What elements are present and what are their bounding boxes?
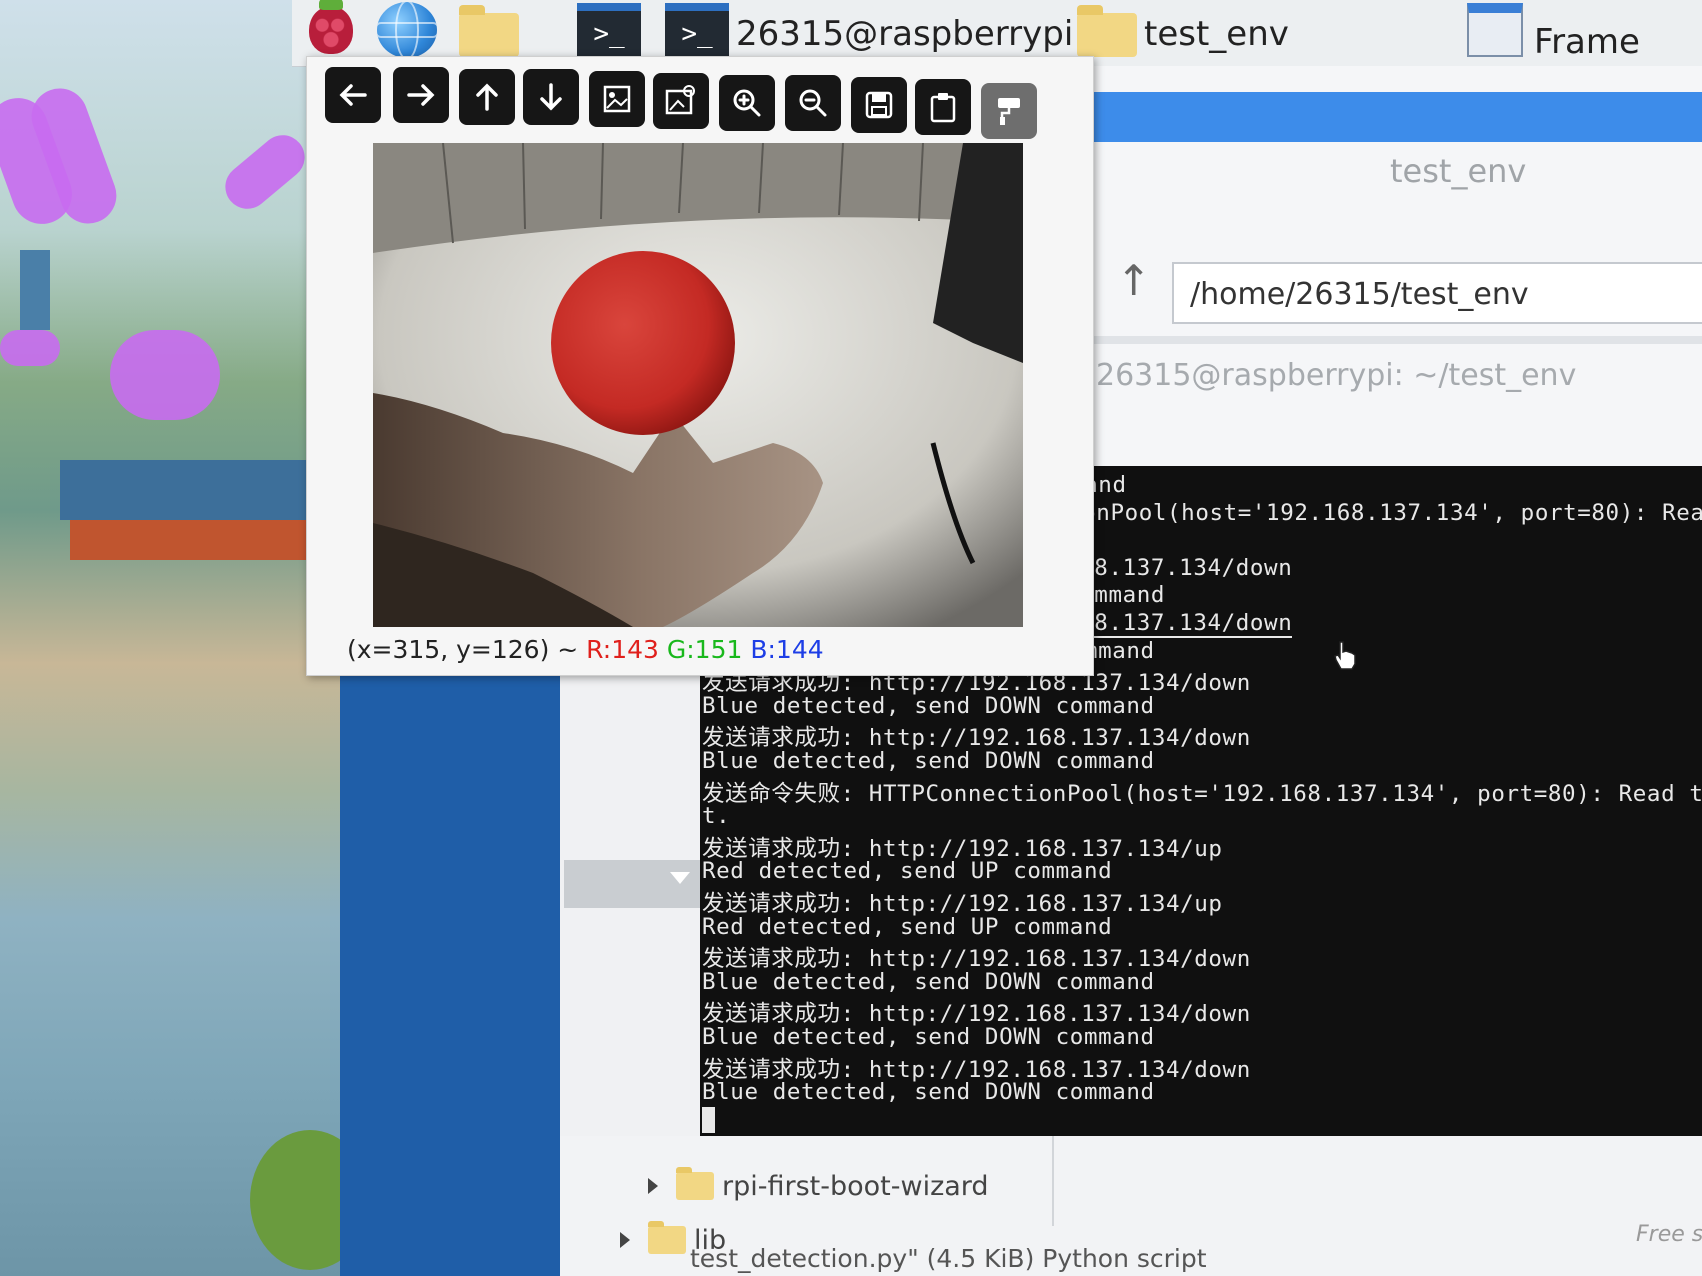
terminal-line: Red detected, send UP command — [702, 858, 1113, 885]
image-edit-button[interactable] — [653, 73, 709, 129]
arrow-left-icon — [339, 84, 367, 106]
wallpaper-stroke — [0, 330, 60, 366]
camera-frame-drawing — [373, 143, 1023, 627]
tree-selected-row[interactable] — [564, 860, 700, 908]
terminal-line: 168.137.134/down — [1066, 554, 1293, 581]
folder-icon — [459, 5, 519, 57]
globe-icon — [377, 2, 437, 58]
window-titlebar[interactable] — [1060, 92, 1702, 142]
back-button[interactable] — [325, 67, 381, 123]
terminal-line: 发送命令失败: HTTPConnectionPool(host='192.168… — [702, 780, 1702, 807]
wallpaper-boat — [60, 460, 320, 520]
window-title: test_env — [1390, 152, 1527, 190]
task-terminal-label: 26315@raspberrypi: ... — [736, 14, 1128, 54]
window-frame-icon — [1467, 3, 1523, 57]
wallpaper-tower — [20, 250, 50, 330]
chevron-down-icon[interactable] — [670, 872, 690, 884]
folder-icon — [648, 1221, 686, 1254]
pixel-readout: (x=315, y=126) ~ R:143 G:151 B:144 — [347, 635, 824, 664]
terminal-button[interactable]: >_ — [576, 2, 642, 58]
photo-of-monitor: >_ >_ 26315@raspberrypi: ... test_env Fr… — [0, 0, 1702, 1276]
wallpaper-roof — [70, 520, 310, 560]
terminal-line: Blue detected, send DOWN command — [702, 692, 1155, 719]
raspberry-menu-button[interactable] — [298, 0, 364, 58]
forward-button[interactable] — [393, 67, 449, 123]
terminal-line: Red detected, send UP command — [702, 913, 1113, 940]
free-space-text: Free sp — [1636, 1222, 1702, 1247]
paint-button[interactable] — [981, 83, 1037, 139]
up-button[interactable] — [459, 69, 515, 125]
paint-roller-icon — [998, 98, 1020, 125]
folder-icon — [676, 1167, 714, 1200]
raspberry-icon — [309, 0, 353, 54]
arrow-up-icon — [476, 83, 498, 111]
save-button[interactable] — [851, 77, 907, 133]
task-frame[interactable]: Frame — [1462, 0, 1702, 66]
divider — [1060, 336, 1702, 344]
tree-item-label: rpi-first-boot-wizard — [722, 1170, 989, 1202]
task-file-manager[interactable]: test_env — [1074, 0, 1334, 66]
terminal-line: ionPool(host='192.168.137.134', port=80)… — [1068, 499, 1702, 526]
red-value: R:143 — [586, 635, 659, 664]
terminal-line: Blue detected, send DOWN command — [702, 1024, 1155, 1050]
terminal-cursor — [702, 1106, 715, 1133]
terminal-window-title: 26315@raspberrypi: ~/test_env — [1096, 358, 1577, 393]
clipboard-icon — [930, 93, 956, 123]
chevron-right-icon[interactable] — [620, 1232, 630, 1248]
terminal-icon: >_ — [665, 3, 729, 57]
image-viewer-window: (x=315, y=126) ~ R:143 G:151 B:144 — [306, 56, 1094, 676]
arrow-right-icon — [407, 84, 435, 106]
save-icon — [865, 91, 893, 119]
clipboard-button[interactable] — [915, 79, 971, 135]
tree-item-rpi-first-boot-wizard[interactable]: rpi-first-boot-wizard — [648, 1166, 989, 1206]
green-value: G:151 — [666, 635, 743, 664]
hand-cursor-icon — [1334, 641, 1356, 670]
folder-icon — [1077, 5, 1137, 57]
terminal-icon: >_ — [577, 3, 641, 57]
path-input[interactable]: /home/26315/test_env — [1172, 262, 1702, 324]
arrow-down-icon — [540, 83, 562, 111]
wallpaper-stroke — [216, 126, 314, 218]
zoom-out-icon — [799, 89, 827, 117]
image-edit-icon — [665, 85, 695, 115]
terminal-line: Blue detected, send DOWN command — [702, 748, 1155, 774]
zoom-in-button[interactable] — [719, 75, 775, 131]
divider — [1052, 1136, 1054, 1226]
image-icon — [603, 85, 631, 113]
blue-value: B:144 — [750, 635, 824, 664]
wallpaper-stroke — [110, 330, 220, 420]
task-frame-label: Frame — [1534, 22, 1640, 62]
chevron-right-icon[interactable] — [648, 1178, 658, 1194]
camera-frame-image — [373, 143, 1023, 627]
file-manager-window: test_env ↑ /home/26315/test_env 26315@ra… — [1060, 66, 1702, 466]
terminal-line: t. — [702, 803, 731, 830]
sidebar-panel — [340, 650, 560, 1276]
coordinate-text: (x=315, y=126) ~ — [347, 635, 579, 664]
go-up-icon[interactable]: ↑ — [1116, 256, 1151, 305]
web-browser-button[interactable] — [374, 2, 440, 58]
status-bar-text: test_detection.py" (4.5 KiB) Python scri… — [690, 1244, 1207, 1273]
zoom-in-icon — [733, 89, 761, 117]
zoom-out-button[interactable] — [785, 75, 841, 131]
terminal-line: 168.137.134/down — [1066, 610, 1293, 638]
task-file-manager-label: test_env — [1144, 14, 1289, 54]
terminal-line: Blue detected, send DOWN command — [702, 968, 1155, 995]
terminal-line: Blue detected, send DOWN command — [702, 1079, 1155, 1106]
file-manager-button[interactable] — [456, 2, 522, 58]
down-button[interactable] — [523, 69, 579, 125]
image-button[interactable] — [589, 71, 645, 127]
